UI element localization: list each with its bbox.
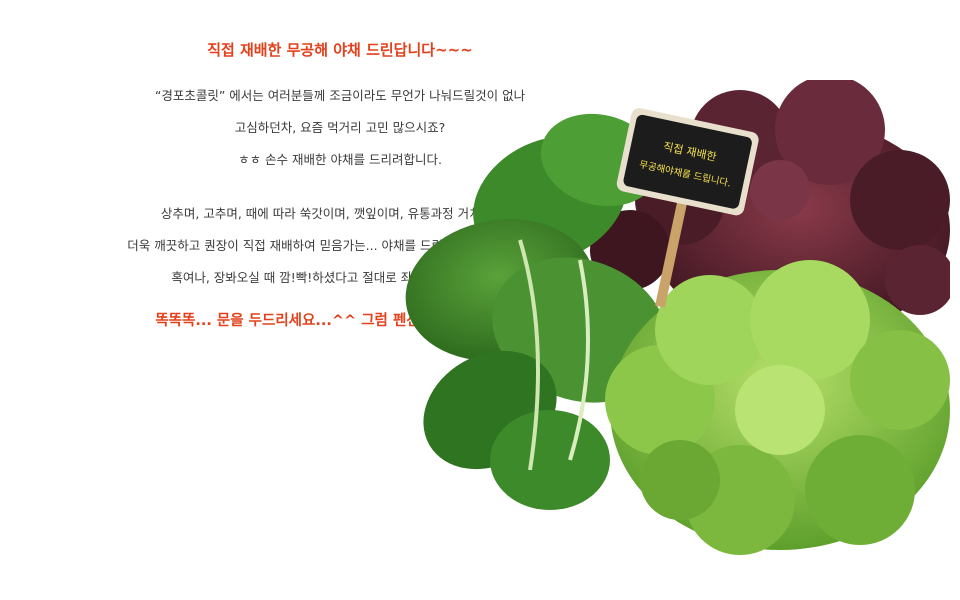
page-heading: 직접 재배한 무공해 야채 드린답니다~~~ <box>207 41 473 59</box>
vegetable-illustration: 직접 재배한 무공해야채를 드립니다. <box>405 80 950 555</box>
